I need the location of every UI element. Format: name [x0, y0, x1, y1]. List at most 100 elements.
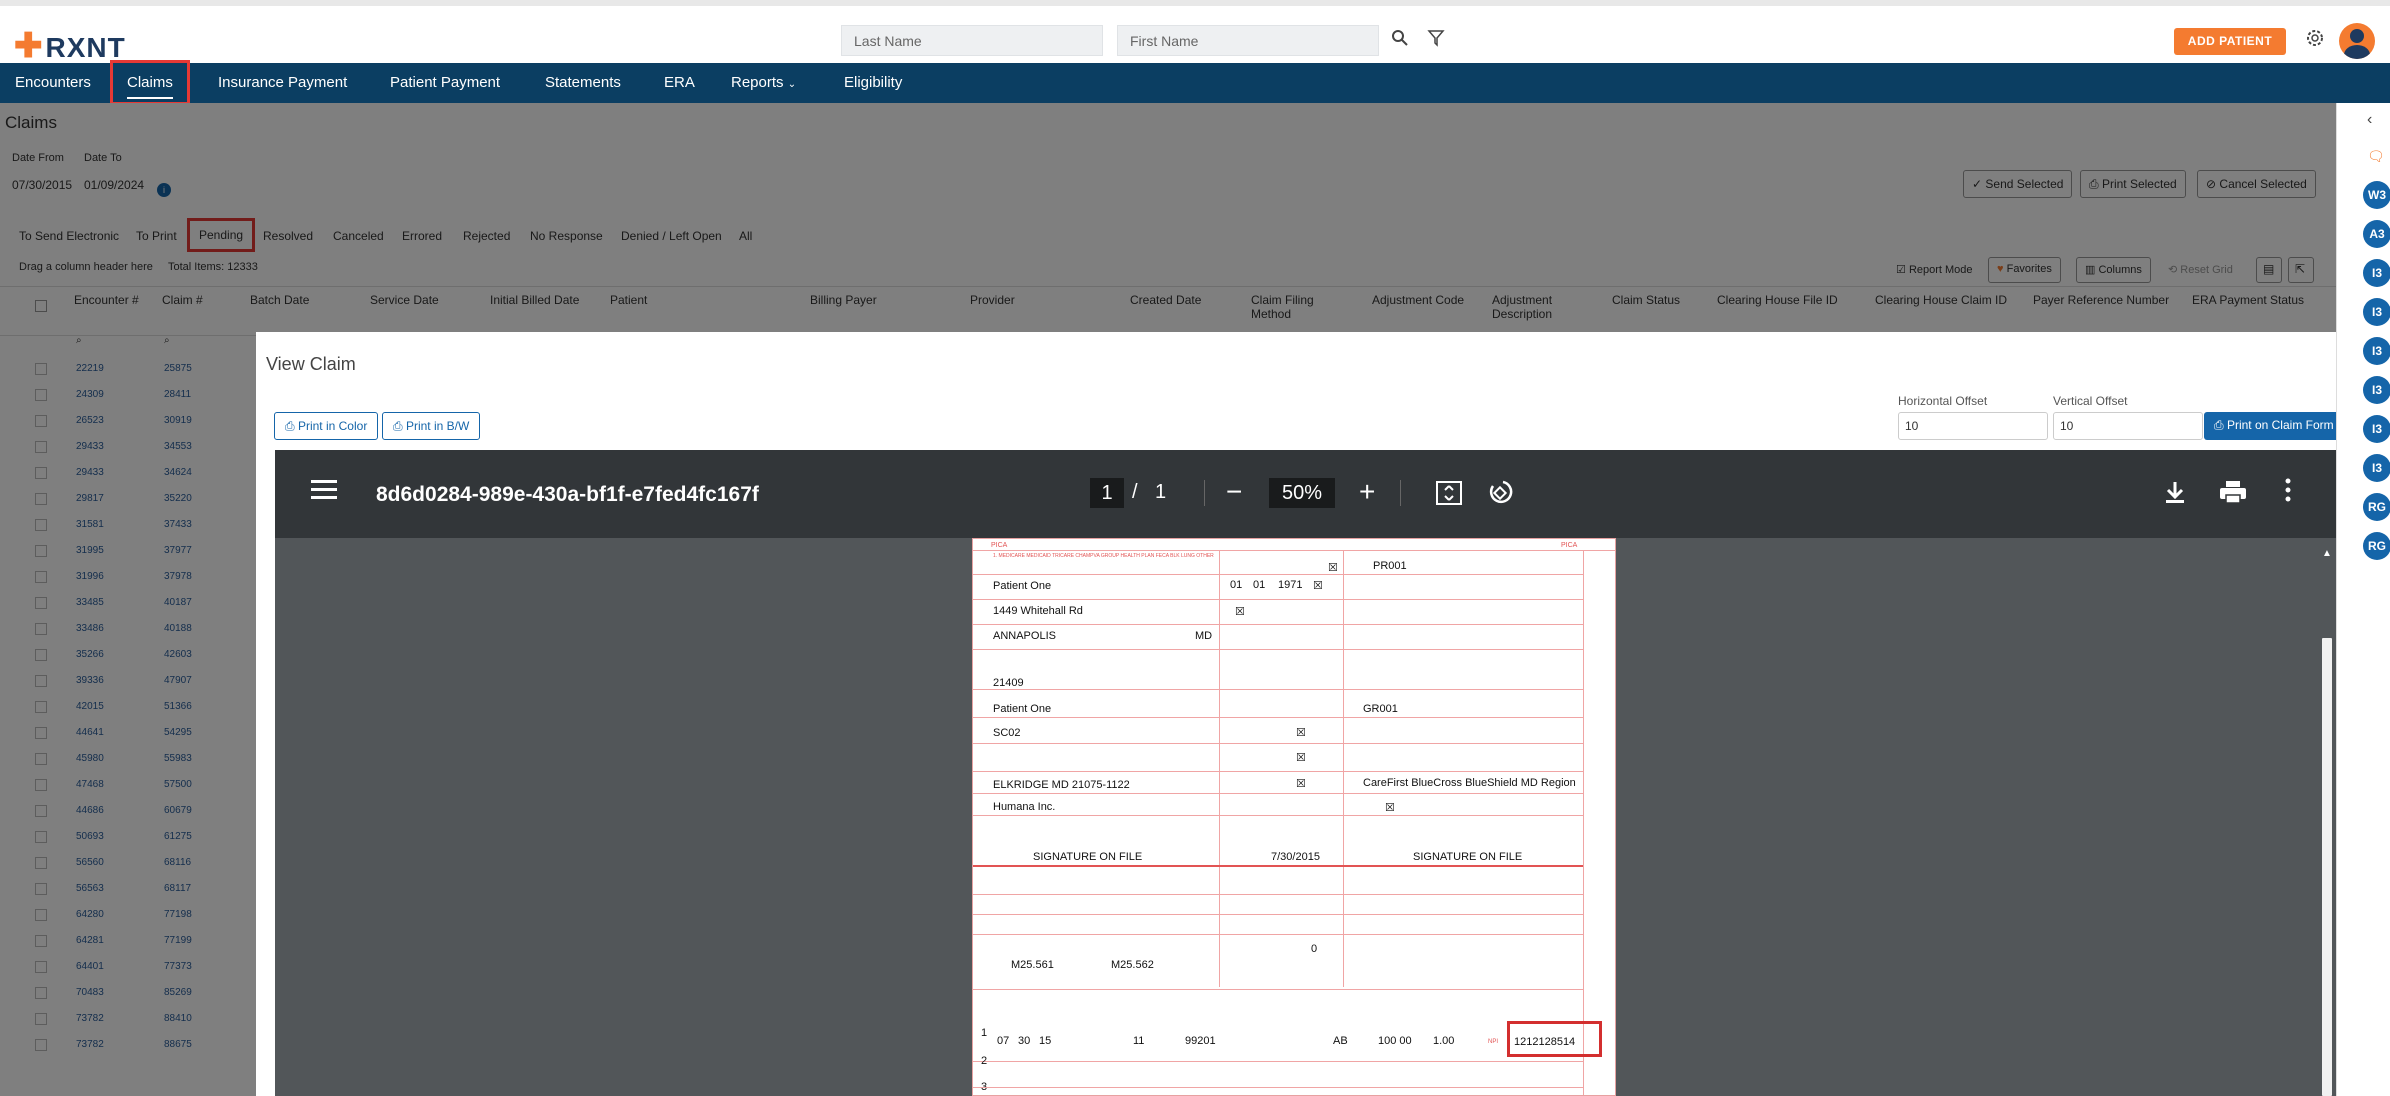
patient-name-value: Patient One: [993, 580, 1052, 592]
last-name-input[interactable]: Last Name: [841, 25, 1103, 56]
auto-accident-no-checkbox: ☒: [1296, 752, 1306, 764]
insured-group-value: GR001: [1363, 703, 1398, 715]
print-bw-button[interactable]: ⎙ Print in B/W: [382, 412, 481, 440]
rail-badge[interactable]: I3: [2363, 337, 2390, 365]
rail-badge[interactable]: W3: [2363, 181, 2390, 209]
service-line-2: 2: [981, 1055, 988, 1067]
state-value: MD: [1195, 630, 1213, 642]
pdf-scrollbar-thumb[interactable]: [2322, 638, 2332, 1096]
rotate-icon[interactable]: [1487, 480, 1513, 512]
other-policy-value: SC02: [993, 727, 1021, 739]
signature-date-value: 7/30/2015: [1271, 851, 1320, 863]
rail-badge[interactable]: I3: [2363, 454, 2390, 482]
filter-icon[interactable]: [1427, 29, 1445, 52]
cpt-value: 99201: [1185, 1035, 1216, 1047]
patient-address-value: 1449 Whitehall Rd: [993, 605, 1083, 617]
icd-indicator-value: 0: [1311, 943, 1318, 955]
insured-plan-value: CareFirst BlueCross BlueShield MD Region: [1363, 777, 1576, 789]
user-avatar[interactable]: [2339, 23, 2375, 59]
vertical-offset-label: Vertical Offset: [2053, 394, 2128, 408]
scroll-up-icon[interactable]: ▲: [2322, 548, 2332, 559]
menu-icon[interactable]: [311, 478, 337, 506]
print-color-button[interactable]: ⎙ Print in Color: [274, 412, 379, 440]
birth-mm: 01: [1230, 579, 1243, 591]
fit-page-icon[interactable]: [1436, 481, 1462, 511]
modal-title: View Claim: [266, 354, 356, 374]
patient-signature-value: SIGNATURE ON FILE: [1033, 851, 1143, 863]
pdf-toolbar: 8d6d0284-989e-430a-bf1f-e7fed4fc167f 1 /…: [275, 450, 2336, 538]
rendering-npi-value: 1212128514: [1507, 1021, 1602, 1057]
rail-badge[interactable]: I3: [2363, 376, 2390, 404]
rail-badge[interactable]: A3: [2363, 220, 2390, 248]
search-icon[interactable]: [1391, 29, 1409, 52]
printer-icon: ⎙: [285, 419, 295, 433]
print-bw-label: Print in B/W: [405, 419, 470, 433]
pdf-scrollbar[interactable]: ▲: [2318, 538, 2336, 1096]
nav-statements[interactable]: Statements: [545, 63, 621, 103]
rxnt-logo[interactable]: ✚RXNT: [14, 26, 126, 66]
right-rail: ‹ 🗨 W3 A3 I3 I3 I3 I3 I3 I3 RG RG: [2336, 103, 2390, 1096]
zoom-in-icon[interactable]: +: [1359, 476, 1375, 508]
label-medicare-header: 1. MEDICARE MEDICAID TRICARE CHAMPVA GRO…: [993, 553, 1214, 559]
nav-insurance-payment[interactable]: Insurance Payment: [218, 63, 347, 103]
page-number-input[interactable]: 1: [1090, 478, 1124, 508]
nav-claims-label: Claims: [127, 74, 173, 99]
download-icon[interactable]: [2164, 480, 2186, 510]
nav-patient-payment[interactable]: Patient Payment: [390, 63, 500, 103]
place-of-service-value: 11: [1133, 1035, 1145, 1047]
insured-id-value: PR001: [1373, 560, 1407, 572]
printer-icon: ⎙: [2214, 418, 2224, 432]
pica-left: PICA: [991, 542, 1008, 549]
npi-label: NPI: [1488, 1039, 1499, 1045]
print-on-claim-form-button[interactable]: ⎙ Print on Claim Form: [2204, 412, 2336, 440]
more-options-icon[interactable]: [2285, 478, 2291, 508]
service-dd: 30: [1018, 1035, 1031, 1047]
rail-badge[interactable]: I3: [2363, 415, 2390, 443]
collapse-chevron-icon[interactable]: ‹: [2367, 111, 2372, 129]
nav-encounters[interactable]: Encounters: [15, 63, 91, 103]
rail-badge[interactable]: I3: [2363, 298, 2390, 326]
diagnosis-a-value: M25.561: [1011, 959, 1054, 971]
main-nav: Encounters Claims Insurance Payment Pati…: [0, 60, 2390, 105]
service-line-number: 1: [981, 1027, 988, 1039]
relationship-self-checkbox: ☒: [1235, 606, 1245, 618]
zoom-out-icon[interactable]: −: [1226, 476, 1242, 508]
rail-badge[interactable]: RG: [2363, 493, 2390, 521]
print-color-label: Print in Color: [297, 419, 368, 433]
gear-icon[interactable]: [2306, 29, 2324, 52]
zip-value: 21409: [993, 677, 1024, 689]
nav-reports-label: Reports: [731, 74, 784, 91]
nav-eligibility[interactable]: Eligibility: [844, 63, 902, 103]
add-patient-button[interactable]: ADD PATIENT: [2174, 28, 2286, 55]
sex-checkbox: ☒: [1313, 580, 1323, 592]
other-accident-no-checkbox: ☒: [1296, 778, 1306, 790]
employment-no-checkbox: ☒: [1296, 727, 1306, 739]
service-yy: 15: [1039, 1035, 1052, 1047]
rail-badge[interactable]: RG: [2363, 532, 2390, 560]
other-plan-value: Humana Inc.: [993, 801, 1056, 813]
other-checkbox: ☒: [1328, 562, 1338, 574]
birth-yy: 1971: [1278, 579, 1303, 591]
zoom-level-input[interactable]: 50%: [1269, 478, 1335, 508]
nav-era[interactable]: ERA: [664, 63, 695, 103]
print-on-claim-form-label: Print on Claim Form: [2226, 418, 2334, 432]
city-value: ANNAPOLIS: [993, 630, 1056, 642]
pica-right: PICA: [1561, 542, 1578, 549]
toolbar-divider-2: [1400, 480, 1401, 506]
insured-signature-value: SIGNATURE ON FILE: [1413, 851, 1523, 863]
vertical-offset-input[interactable]: 10: [2053, 412, 2203, 440]
print-icon[interactable]: [2219, 480, 2247, 510]
nav-reports[interactable]: Reports ⌄: [731, 63, 796, 103]
diagnosis-b-value: M25.562: [1111, 959, 1154, 971]
other-insured-value: Patient One: [993, 703, 1052, 715]
printer-icon: ⎙: [393, 419, 403, 433]
chat-icon[interactable]: 🗨: [2367, 148, 2385, 165]
logo-text: RXNT: [45, 32, 126, 63]
first-name-input[interactable]: First Name: [1117, 25, 1379, 56]
rail-badge[interactable]: I3: [2363, 259, 2390, 287]
another-plan-yes-checkbox: ☒: [1385, 802, 1395, 814]
horizontal-offset-input[interactable]: 10: [1898, 412, 2048, 440]
birth-dd: 01: [1253, 579, 1266, 591]
top-header: ✚RXNT Last Name First Name ADD PATIENT: [0, 0, 2390, 66]
nav-claims[interactable]: Claims: [110, 60, 190, 105]
